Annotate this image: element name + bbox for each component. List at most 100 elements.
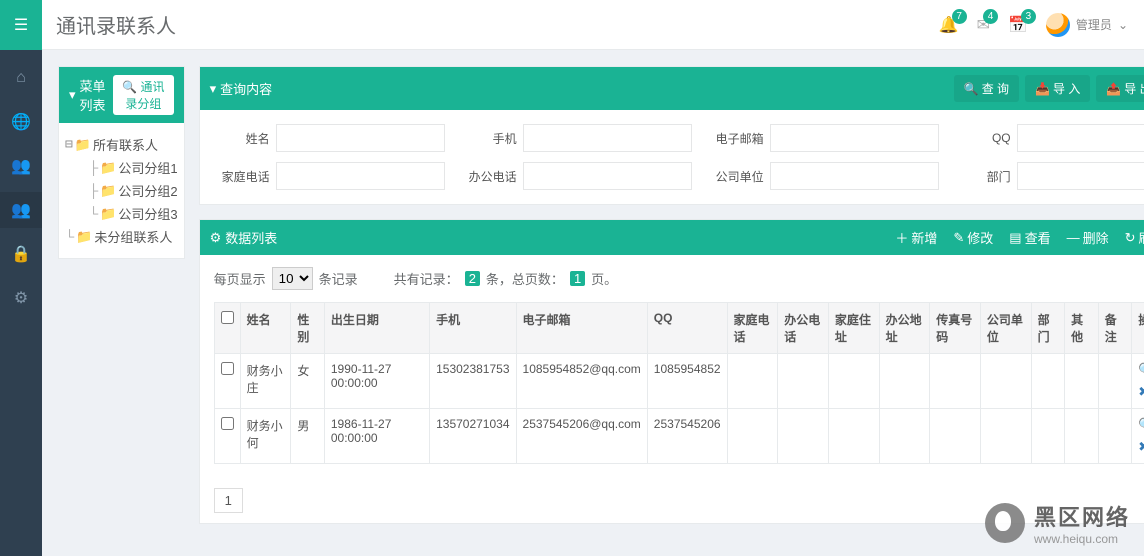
- data-table: 姓名性别出生日期手机电子邮箱QQ家庭电话办公电话家庭住址办公地址传真号码公司单位…: [214, 302, 1144, 464]
- row-view-icon[interactable]: 🔍: [1138, 417, 1144, 433]
- tree-node[interactable]: ├ 📁 公司分组2: [65, 179, 178, 202]
- chevron-down-icon: ⌄: [1118, 18, 1128, 32]
- page-count: 1: [570, 271, 585, 286]
- user-name: 管理员: [1076, 16, 1112, 33]
- tree-group-button[interactable]: 🔍 通讯录分组: [113, 75, 174, 115]
- folder-icon: 📁: [75, 137, 91, 153]
- sidebar-nav: ⌂ 🌐 👥 👥 🔒 ⚙: [0, 50, 42, 556]
- column-header: 其他: [1065, 303, 1099, 354]
- filter-header: ▾ 查询内容 🔍 查 询 📥 导 入 📤 导 出 ⌄: [200, 67, 1144, 110]
- tree-node[interactable]: └ 📁 未分组联系人: [65, 225, 178, 248]
- column-header: 办公地址: [879, 303, 930, 354]
- column-header: 手机: [430, 303, 516, 354]
- page-size-select[interactable]: 10: [272, 267, 313, 290]
- mobile-label: 手机: [461, 130, 517, 147]
- row-checkbox[interactable]: [221, 362, 234, 375]
- homephone-input[interactable]: [276, 162, 445, 190]
- filter-icon: ▾: [210, 81, 217, 97]
- folder-icon: 📁: [76, 229, 92, 245]
- nav-users-icon[interactable]: 👥: [0, 148, 42, 184]
- nav-contacts-icon[interactable]: 👥: [0, 192, 42, 228]
- column-header: 家庭电话: [727, 303, 778, 354]
- export-button[interactable]: 📤 导 出: [1096, 75, 1144, 102]
- column-header: 家庭住址: [828, 303, 879, 354]
- envelope-badge: 4: [983, 9, 998, 24]
- folder-icon: 📁: [100, 206, 116, 222]
- dept-label: 部门: [955, 168, 1011, 185]
- page-title: 通讯录联系人: [56, 10, 176, 39]
- user-menu[interactable]: 管理员 ⌄: [1046, 13, 1128, 37]
- data-header: ⚙ 数据列表 ＋ 新增 ✎ 修改 ▤ 查看 — 删除 ↻ 刷新 ⛶: [200, 220, 1144, 255]
- topbar: ☰ 通讯录联系人 🔔7 ✉4 📅3 管理员 ⌄: [0, 0, 1144, 50]
- menu-toggle-button[interactable]: ☰: [0, 0, 42, 50]
- row-checkbox[interactable]: [221, 417, 234, 430]
- tree-panel: ▾ 菜单列表 🔍 通讯录分组 ⊟ 📁 所有联系人 ├ 📁 公司分组1 ├ 📁 公…: [58, 66, 185, 259]
- record-count: 2: [465, 271, 480, 286]
- name-label: 姓名: [214, 130, 270, 147]
- email-input[interactable]: [770, 124, 939, 152]
- company-label: 公司单位: [708, 168, 764, 185]
- topbar-right: 🔔7 ✉4 📅3 管理员 ⌄: [939, 13, 1144, 37]
- column-header: 办公电话: [778, 303, 829, 354]
- qq-input[interactable]: [1017, 124, 1144, 152]
- avatar: [1046, 13, 1070, 37]
- homephone-label: 家庭电话: [214, 168, 270, 185]
- column-header: 姓名: [240, 303, 291, 354]
- email-label: 电子邮箱: [708, 130, 764, 147]
- column-header: QQ: [647, 303, 727, 354]
- select-all-checkbox[interactable]: [221, 311, 234, 324]
- bell-icon[interactable]: 🔔7: [939, 15, 959, 35]
- search-button[interactable]: 🔍 查 询: [954, 75, 1019, 102]
- table-row: 财务小何男1986-11-27 00:00:001357027103425375…: [214, 409, 1144, 464]
- table-row: 财务小庄女1990-11-27 00:00:001530238175310859…: [214, 354, 1144, 409]
- nav-cog-icon[interactable]: ⚙: [0, 280, 42, 316]
- folder-icon: 📁: [100, 160, 116, 176]
- refresh-button[interactable]: ↻ 刷新: [1125, 228, 1144, 247]
- bell-badge: 7: [952, 9, 967, 24]
- column-header: 操作: [1132, 303, 1144, 354]
- tree-title: 菜单列表: [80, 76, 110, 114]
- tree-header: ▾ 菜单列表 🔍 通讯录分组: [59, 67, 184, 123]
- row-delete-icon[interactable]: ✖: [1138, 384, 1144, 400]
- tree-node[interactable]: └ 📁 公司分组3: [65, 202, 178, 225]
- officephone-label: 办公电话: [461, 168, 517, 185]
- calendar-icon[interactable]: 📅3: [1008, 15, 1028, 35]
- column-header: 公司单位: [980, 303, 1031, 354]
- dept-input[interactable]: [1017, 162, 1144, 190]
- company-input[interactable]: [770, 162, 939, 190]
- edit-button[interactable]: ✎ 修改: [953, 228, 993, 247]
- column-header: 出生日期: [324, 303, 429, 354]
- row-delete-icon[interactable]: ✖: [1138, 439, 1144, 455]
- nav-lock-icon[interactable]: 🔒: [0, 236, 42, 272]
- column-header: 部门: [1031, 303, 1065, 354]
- calendar-badge: 3: [1021, 9, 1036, 24]
- row-view-icon[interactable]: 🔍: [1138, 362, 1144, 378]
- import-button[interactable]: 📥 导 入: [1025, 75, 1090, 102]
- tree-body: ⊟ 📁 所有联系人 ├ 📁 公司分组1 ├ 📁 公司分组2 └ 📁 公司分组3 …: [59, 123, 184, 258]
- column-header: 电子邮箱: [516, 303, 647, 354]
- delete-button[interactable]: — 删除: [1067, 228, 1109, 247]
- name-input[interactable]: [276, 124, 445, 152]
- data-title: 数据列表: [225, 228, 277, 247]
- envelope-icon[interactable]: ✉4: [977, 15, 990, 35]
- add-button[interactable]: ＋ 新增: [895, 228, 937, 247]
- pagination: 1: [200, 478, 1144, 523]
- nav-globe-icon[interactable]: 🌐: [0, 104, 42, 140]
- pager-info: 每页显示 10 条记录 共有记录： 2 条，总页数： 1 页。: [200, 255, 1144, 302]
- nav-home-icon[interactable]: ⌂: [0, 60, 42, 96]
- view-button[interactable]: ▤ 查看: [1009, 228, 1050, 247]
- officephone-input[interactable]: [523, 162, 692, 190]
- tree-toggle-icon[interactable]: ⊟: [65, 137, 73, 152]
- folder-icon: 📁: [100, 183, 116, 199]
- filter-panel: ▾ 查询内容 🔍 查 询 📥 导 入 📤 导 出 ⌄ 姓名 手机 电子邮箱 QQ…: [199, 66, 1144, 205]
- mobile-input[interactable]: [523, 124, 692, 152]
- column-header: 备注: [1098, 303, 1132, 354]
- tree-node[interactable]: ⊟ 📁 所有联系人: [65, 133, 178, 156]
- qq-label: QQ: [955, 131, 1011, 145]
- tree-node[interactable]: ├ 📁 公司分组1: [65, 156, 178, 179]
- page-button[interactable]: 1: [214, 488, 243, 513]
- data-panel: ⚙ 数据列表 ＋ 新增 ✎ 修改 ▤ 查看 — 删除 ↻ 刷新 ⛶ 每页显示 1…: [199, 219, 1144, 524]
- filter-icon: ▾: [69, 87, 76, 103]
- filter-body: 姓名 手机 电子邮箱 QQ 家庭电话 办公电话 公司单位 部门: [200, 110, 1144, 204]
- column-header: 传真号码: [930, 303, 981, 354]
